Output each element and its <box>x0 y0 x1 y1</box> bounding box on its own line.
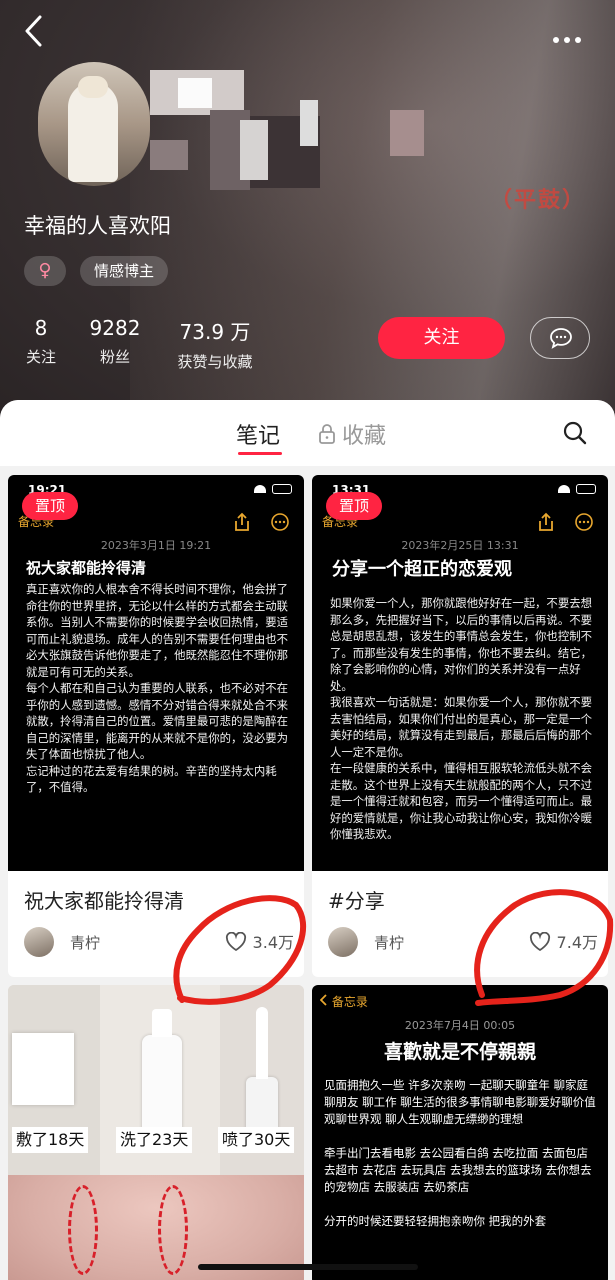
wifi-icon <box>254 485 266 493</box>
profile-header: （平鼓） 幸福的人喜欢阳 ♀ 情感博主 8 关注 9282 粉丝 73.9 万获赞与… <box>0 0 615 420</box>
note-author: 青柠 3.4万 <box>24 927 294 957</box>
pinned-badge: 置顶 <box>326 492 382 520</box>
product-label: 敷了18天 <box>12 1127 89 1153</box>
memo-body: 见面拥抱久一些 许多次亲吻 一起聊天聊童年 聊家庭 聊朋友 聊工作 聊生活的很多… <box>324 1078 596 1228</box>
more-circle-icon <box>271 513 289 531</box>
more-circle-icon <box>575 513 593 531</box>
more-dot-icon <box>564 37 570 43</box>
note-cover-image: 19:21 备忘录 2023年3月1日 19:21 祝大家都能拎得清 真正喜欢你… <box>8 475 304 871</box>
battery-icon <box>576 484 596 494</box>
more-dot-icon <box>553 37 559 43</box>
category-tag: 情感博主 <box>80 256 168 286</box>
follow-button[interactable]: 关注 <box>378 317 505 359</box>
author-name[interactable]: 青柠 <box>374 932 404 953</box>
back-button[interactable] <box>22 14 52 50</box>
profile-name: 幸福的人喜欢阳 <box>24 214 171 238</box>
tab-bar: 笔记 收藏 <box>0 400 615 466</box>
note-author: 青柠 7.4万 <box>328 927 598 957</box>
author-avatar[interactable] <box>24 927 54 957</box>
tab-notes-label: 笔记 <box>236 424 281 449</box>
stat-following[interactable]: 8 关注 <box>24 316 58 367</box>
tab-favorites[interactable]: 收藏 <box>318 418 386 450</box>
chevron-left-icon <box>25 15 42 47</box>
mosaic-blur <box>390 110 424 156</box>
memo-heading: 祝大家都能拎得清 <box>26 559 147 577</box>
like-button[interactable]: 7.4万 <box>529 929 598 953</box>
active-tab-underline <box>238 452 282 455</box>
share-icon <box>235 512 249 531</box>
product-cover-image: 敷了18天 洗了23天 喷了30天 <box>8 985 304 1280</box>
memo-heading: 分享一个超正的恋爱观 <box>332 559 512 580</box>
author-name[interactable]: 青柠 <box>70 932 100 953</box>
memo-back-text: 备忘录 <box>331 995 368 1009</box>
stat-value: 73.9 万 <box>179 320 251 344</box>
note-card[interactable]: 19:21 备忘录 2023年3月1日 19:21 祝大家都能拎得清 真正喜欢你… <box>8 475 304 977</box>
note-cover-image: 13:31 备忘录 2023年2月25日 13:31 分享一个超正的恋爱观 如果… <box>312 475 608 871</box>
stat-value: 9282 <box>89 316 141 340</box>
battery-icon <box>272 484 292 494</box>
stat-label: 粉丝 <box>99 348 130 366</box>
tab-notes[interactable]: 笔记 <box>236 418 282 455</box>
search-button[interactable] <box>562 420 588 450</box>
mosaic-blur <box>150 140 188 170</box>
pinned-badge: 置顶 <box>22 492 78 520</box>
memo-cover-image: 备忘录 2023年7月4日 00:05 喜歡就是不停親親 见面拥抱久一些 许多次… <box>312 985 608 1280</box>
avatar[interactable] <box>38 62 150 186</box>
stat-value: 8 <box>34 316 48 340</box>
note-title: #分享 <box>328 889 385 913</box>
red-dashed-mark <box>158 1185 188 1275</box>
stamp-text: （平鼓） <box>490 188 587 213</box>
memo-toolbar-icons <box>537 512 594 536</box>
memo-toolbar-icons <box>233 512 290 536</box>
like-count: 3.4万 <box>252 933 294 952</box>
chevron-left-icon <box>319 994 327 1006</box>
note-card[interactable]: 敷了18天 洗了23天 喷了30天 <box>8 985 304 1280</box>
heart-icon <box>225 931 246 952</box>
status-icons <box>248 484 292 494</box>
more-dot-icon <box>575 37 581 43</box>
gender-tag: ♀ <box>24 256 66 286</box>
mosaic-blur <box>300 100 318 146</box>
like-count: 7.4万 <box>556 933 598 952</box>
like-button[interactable]: 3.4万 <box>225 929 294 953</box>
stat-followers[interactable]: 9282 粉丝 <box>86 316 144 367</box>
red-dashed-mark <box>68 1185 98 1275</box>
note-card[interactable]: 13:31 备忘录 2023年2月25日 13:31 分享一个超正的恋爱观 如果… <box>312 475 608 977</box>
search-icon <box>563 421 587 445</box>
memo-body: 如果你爱一个人，那你就跟他好好在一起，不要去想那么多，先把握好当下，以后的事情以… <box>330 596 592 841</box>
memo-body: 真正喜欢你的人根本舍不得长时间不理你，他会拼了命往你的世界里挤，无论以什么样的方… <box>26 582 288 794</box>
heart-icon <box>529 931 550 952</box>
status-icons <box>552 484 596 494</box>
message-button[interactable] <box>530 317 590 359</box>
tab-favorites-label: 收藏 <box>342 424 387 449</box>
memo-back-label: 备忘录 <box>319 993 368 1010</box>
note-card[interactable]: 备忘录 2023年7月4日 00:05 喜歡就是不停親親 见面拥抱久一些 许多次… <box>312 985 608 1280</box>
content-sheet: 笔记 收藏 19:21 备忘录 2023年3月1日 19:21 祝大家都能拎得清… <box>0 400 615 1280</box>
home-indicator[interactable] <box>198 1264 418 1270</box>
wifi-icon <box>558 485 570 493</box>
memo-date: 2023年7月4日 00:05 <box>404 1019 516 1032</box>
lock-icon <box>319 424 335 444</box>
mosaic-blur <box>240 120 268 180</box>
share-icon <box>539 512 553 531</box>
product-label: 喷了30天 <box>218 1127 295 1153</box>
stat-likes[interactable]: 73.9 万获赞与收藏 <box>168 316 262 372</box>
memo-date: 2023年3月1日 19:21 <box>100 539 212 552</box>
chat-bubble-icon <box>550 328 572 349</box>
profile-page: （平鼓） 幸福的人喜欢阳 ♀ 情感博主 8 关注 9282 粉丝 73.9 万获赞与… <box>0 0 615 1280</box>
avatar-hat <box>78 76 108 98</box>
memo-date: 2023年2月25日 13:31 <box>401 539 519 552</box>
note-title: 祝大家都能拎得清 <box>24 889 184 913</box>
mosaic-blur <box>178 78 212 108</box>
more-options-button[interactable] <box>553 28 593 43</box>
stat-label: 获赞与收藏 <box>177 353 253 371</box>
author-avatar[interactable] <box>328 927 358 957</box>
product-label: 洗了23天 <box>116 1127 193 1153</box>
memo-heading: 喜歡就是不停親親 <box>383 1041 536 1063</box>
stat-label: 关注 <box>25 348 56 366</box>
cotton-pad <box>12 1033 74 1105</box>
